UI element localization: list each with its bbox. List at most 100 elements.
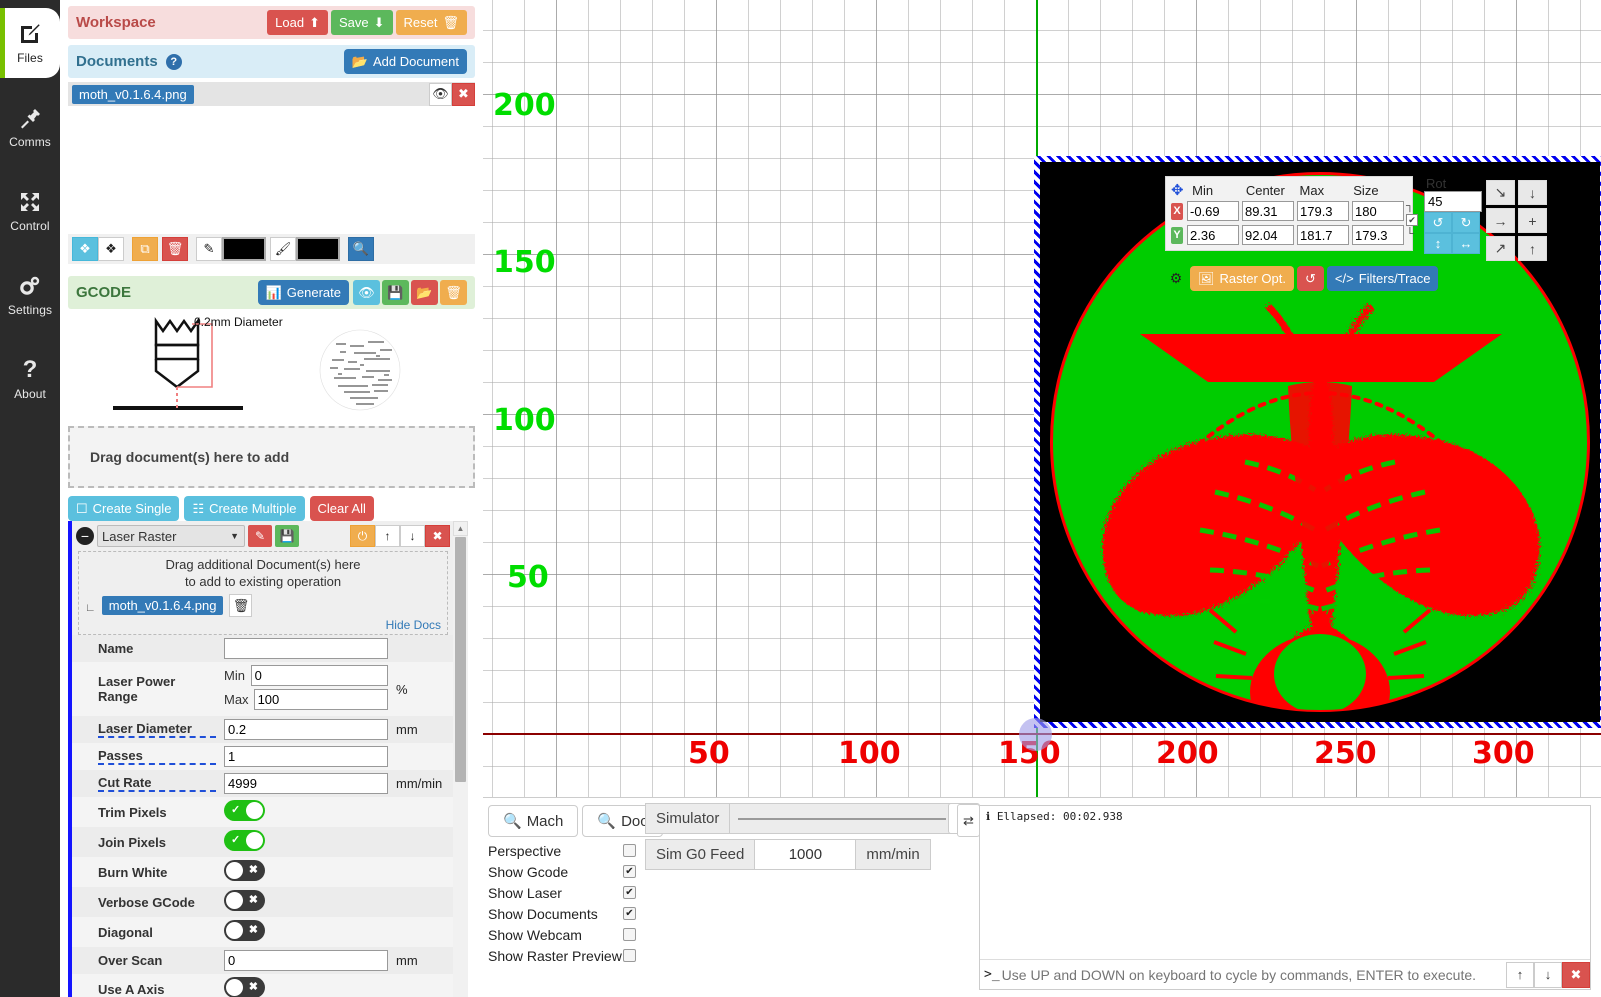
verbose-gcode-toggle[interactable]: ✖ bbox=[224, 890, 265, 911]
laser-diameter-input[interactable] bbox=[224, 719, 388, 740]
show-documents-checkbox[interactable]: ✔ bbox=[623, 907, 636, 920]
hide-docs-link[interactable]: Hide Docs bbox=[85, 618, 441, 632]
y-min-input[interactable] bbox=[1187, 225, 1239, 245]
move-up-icon[interactable]: ↑ bbox=[1518, 236, 1547, 261]
delete-icon[interactable]: 🗑 bbox=[162, 237, 188, 261]
stroke-color-swatch[interactable] bbox=[222, 237, 266, 261]
move-right-icon[interactable]: → bbox=[1486, 208, 1515, 233]
toggle-visibility-icon[interactable]: 👁 bbox=[429, 82, 452, 106]
operation-type-select[interactable]: Laser Raster ▼ bbox=[97, 525, 245, 547]
y-max-input[interactable] bbox=[1297, 225, 1349, 245]
param-label[interactable]: Cut Rate bbox=[98, 775, 216, 792]
reset-transform-button[interactable]: ↺ bbox=[1296, 266, 1324, 291]
rail-item-comms[interactable]: Comms bbox=[0, 92, 60, 162]
zoom-in-icon[interactable]: + bbox=[1518, 208, 1547, 233]
y-center-input[interactable] bbox=[1242, 225, 1294, 245]
rotate-cw-icon[interactable]: ↻ bbox=[1452, 212, 1480, 233]
open-gcode-icon[interactable]: 📂 bbox=[411, 280, 438, 305]
y-size-input[interactable] bbox=[1352, 225, 1404, 245]
move-handle-icon[interactable]: ✥ bbox=[1171, 181, 1192, 199]
history-down-icon[interactable]: ↓ bbox=[1534, 961, 1562, 988]
delete-operation-icon[interactable]: ✖ bbox=[425, 525, 450, 547]
move-down-right-icon[interactable]: ↘ bbox=[1486, 180, 1515, 205]
burn-white-toggle[interactable]: ✖ bbox=[224, 860, 265, 881]
clear-console-icon[interactable]: ✖ bbox=[1562, 961, 1590, 988]
clear-all-button[interactable]: Clear All bbox=[309, 496, 374, 521]
param-label[interactable]: Laser Diameter bbox=[98, 721, 216, 738]
save-workspace-button[interactable]: Save ⬇ bbox=[330, 10, 393, 35]
perspective-checkbox[interactable] bbox=[623, 844, 636, 857]
passes-input[interactable] bbox=[224, 746, 388, 767]
workspace-canvas[interactable]: 200 150 100 50 50 100 150 200 250 300 bbox=[483, 0, 1601, 797]
sim-feed-input[interactable]: 1000 bbox=[755, 839, 856, 870]
edit-operation-icon[interactable]: ✎ bbox=[248, 525, 272, 547]
create-single-button[interactable]: ☐ Create Single bbox=[68, 496, 180, 521]
rail-item-about[interactable]: ? About bbox=[0, 344, 60, 414]
move-operation-down-icon[interactable]: ↓ bbox=[400, 525, 425, 547]
move-down-icon[interactable]: ↓ bbox=[1518, 180, 1547, 205]
flip-vertical-icon[interactable]: ↕ bbox=[1424, 233, 1452, 254]
generate-gcode-button[interactable]: 📊 Generate bbox=[257, 280, 349, 305]
console-input[interactable] bbox=[999, 965, 1506, 984]
help-icon[interactable]: ? bbox=[165, 53, 182, 70]
pencil-icon[interactable]: ✎ bbox=[196, 237, 222, 261]
remove-document-icon[interactable]: ✖ bbox=[452, 82, 475, 106]
flip-horizontal-icon[interactable]: ↔ bbox=[1452, 233, 1480, 254]
scroll-up-arrow-icon[interactable]: ▲ bbox=[453, 521, 468, 536]
rail-item-control[interactable]: Control bbox=[0, 176, 60, 246]
move-up-right-icon[interactable]: ↗ bbox=[1486, 236, 1515, 261]
rotation-input[interactable] bbox=[1424, 191, 1482, 212]
x-max-input[interactable] bbox=[1297, 201, 1349, 221]
move-operation-up-icon[interactable]: ↑ bbox=[375, 525, 400, 547]
console-toggle-icon[interactable]: ⇄ bbox=[957, 804, 980, 837]
duplicate-icon[interactable]: ⧉ bbox=[132, 237, 158, 261]
x-center-input[interactable] bbox=[1242, 201, 1294, 221]
join-pixels-toggle[interactable]: ✓ bbox=[224, 830, 265, 851]
preview-icon[interactable]: 👁 bbox=[353, 280, 380, 305]
cut-rate-input[interactable] bbox=[224, 773, 388, 794]
param-label[interactable]: Passes bbox=[98, 748, 216, 765]
diagonal-toggle[interactable]: ✖ bbox=[224, 920, 265, 941]
add-document-button[interactable]: 📂 Add Document bbox=[343, 49, 467, 74]
enable-operation-icon[interactable]: ⏻ bbox=[350, 525, 375, 547]
show-laser-checkbox[interactable]: ✔ bbox=[623, 886, 636, 899]
show-raster-preview-checkbox[interactable] bbox=[623, 949, 636, 962]
use-a-axis-toggle[interactable]: ✖ bbox=[224, 977, 265, 997]
operation-document-name[interactable]: moth_v0.1.6.4.png bbox=[101, 596, 224, 615]
laser-power-min-input[interactable] bbox=[250, 665, 388, 686]
create-multiple-button[interactable]: ☷ Create Multiple bbox=[184, 496, 305, 521]
over-scan-input[interactable] bbox=[224, 950, 388, 971]
aspect-lock-checkbox[interactable]: ✔ bbox=[1406, 214, 1418, 226]
save-gcode-icon[interactable]: 💾 bbox=[382, 280, 409, 305]
gear-icon[interactable]: ⚙ bbox=[1165, 270, 1187, 287]
rotate-ccw-icon[interactable]: ↺ bbox=[1424, 212, 1452, 233]
reset-workspace-button[interactable]: Reset 🗑 bbox=[395, 10, 467, 35]
operation-dropzone[interactable]: Drag additional Document(s) here to add … bbox=[78, 551, 448, 635]
filters-trace-button[interactable]: </> Filters/Trace bbox=[1326, 266, 1439, 291]
show-webcam-checkbox[interactable] bbox=[623, 928, 636, 941]
gcode-dropzone[interactable]: Drag document(s) here to add bbox=[68, 426, 475, 488]
tab-mach[interactable]: 🔍 Mach bbox=[488, 805, 579, 837]
select-all-icon[interactable]: ❖ bbox=[72, 237, 98, 261]
x-min-input[interactable] bbox=[1187, 201, 1239, 221]
deselect-all-icon[interactable]: ❖ bbox=[98, 237, 124, 261]
remove-operation-document-icon[interactable]: 🗑 bbox=[229, 594, 253, 617]
operations-scrollbar[interactable]: ▲ bbox=[453, 521, 468, 997]
fill-color-swatch[interactable] bbox=[296, 237, 340, 261]
clear-gcode-icon[interactable]: 🗑 bbox=[440, 280, 467, 305]
rail-item-settings[interactable]: Settings bbox=[0, 260, 60, 330]
show-gcode-checkbox[interactable]: ✔ bbox=[623, 865, 636, 878]
laser-power-max-input[interactable] bbox=[253, 689, 388, 710]
document-row[interactable]: moth_v0.1.6.4.png 👁 ✖ bbox=[68, 82, 475, 106]
collapse-operation-icon[interactable]: − bbox=[76, 527, 94, 545]
rail-item-files[interactable]: Files bbox=[0, 8, 60, 78]
raster-options-button[interactable]: 🖼 Raster Opt. bbox=[1190, 266, 1294, 291]
document-name[interactable]: moth_v0.1.6.4.png bbox=[72, 84, 194, 104]
x-size-input[interactable] bbox=[1352, 201, 1404, 221]
history-up-icon[interactable]: ↑ bbox=[1506, 961, 1534, 988]
zoom-icon[interactable]: 🔍 bbox=[348, 237, 374, 261]
brush-icon[interactable]: 🖌 bbox=[270, 237, 296, 261]
trim-pixels-toggle[interactable]: ✓ bbox=[224, 800, 265, 821]
simulator-slider[interactable] bbox=[730, 803, 955, 834]
scrollbar-thumb[interactable] bbox=[455, 537, 466, 782]
